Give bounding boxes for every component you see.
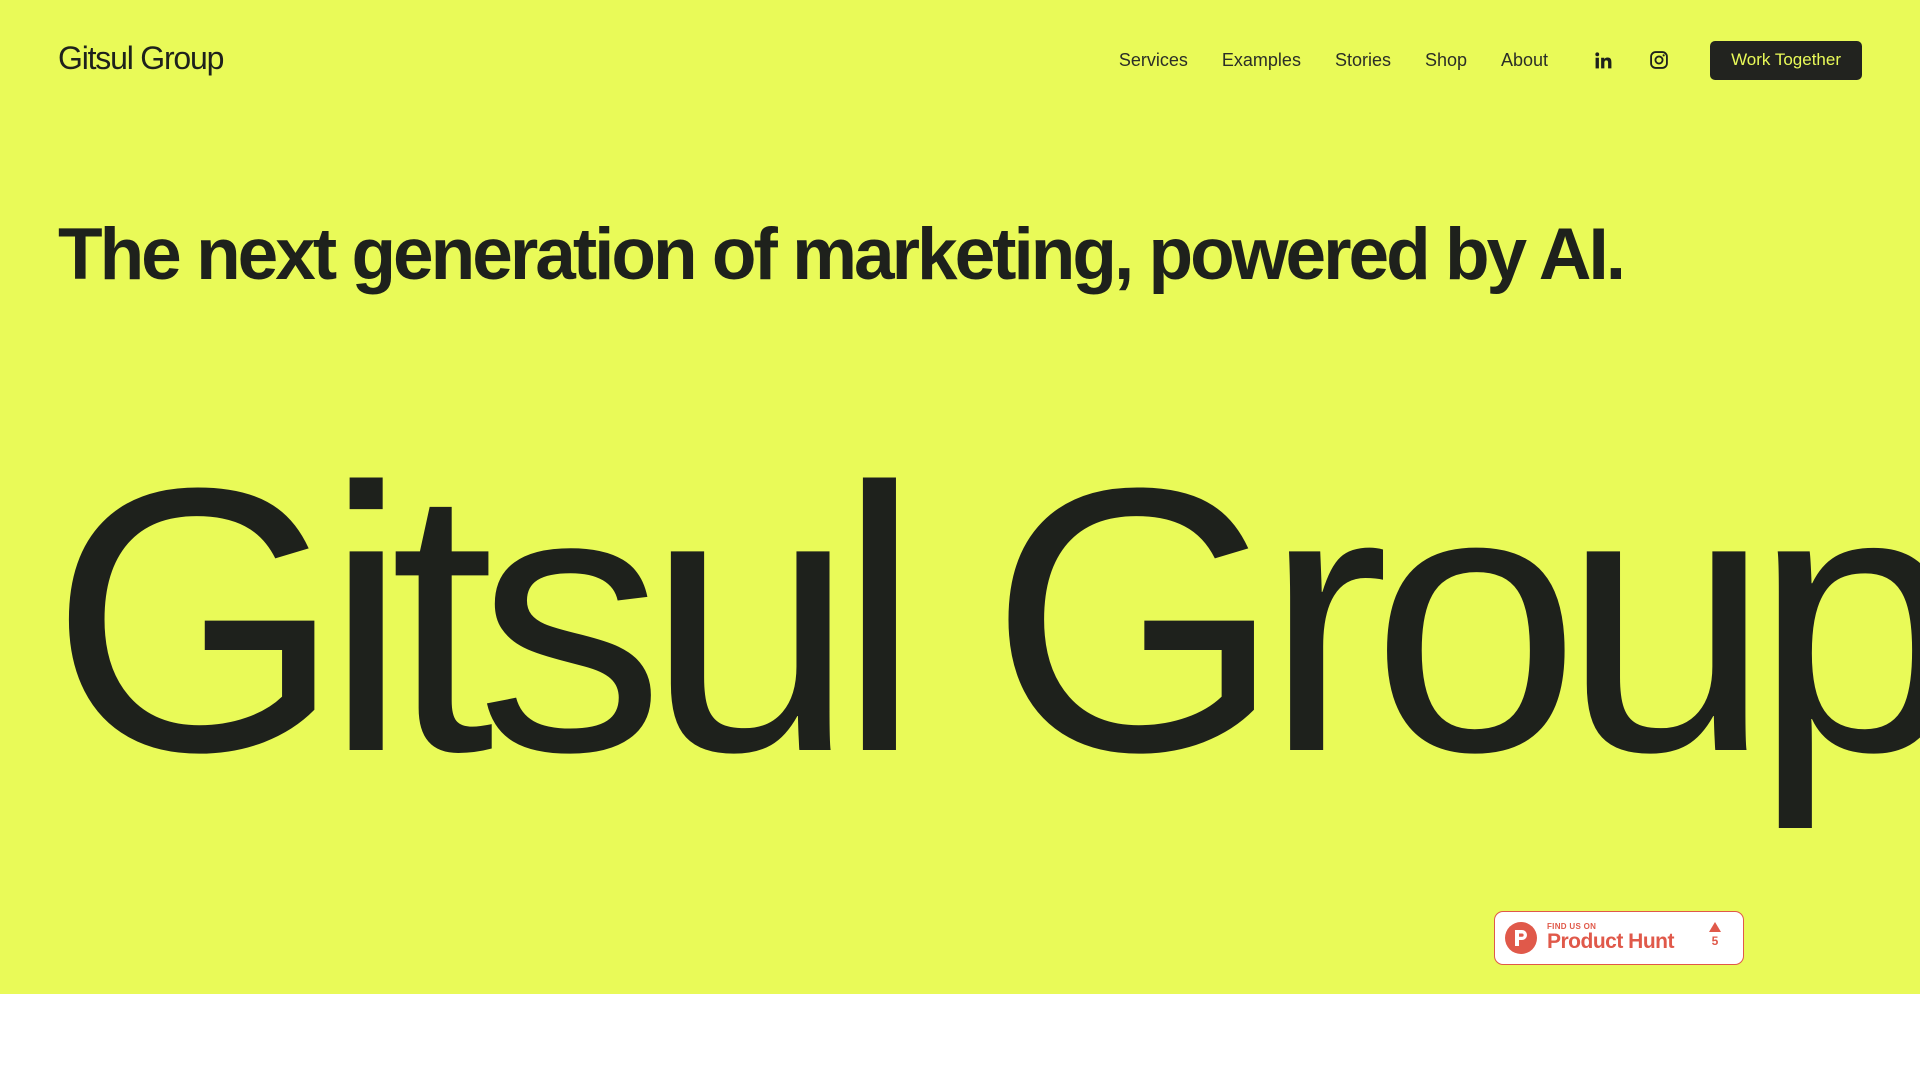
hero-wordmark: Gitsul Group [50, 410, 1920, 830]
product-hunt-text: FIND US ON Product Hunt [1547, 922, 1674, 954]
nav-link-examples[interactable]: Examples [1222, 50, 1301, 71]
nav-link-about[interactable]: About [1501, 50, 1548, 71]
hero-section: Gitsul Group Services Examples Stories S… [0, 0, 1920, 994]
site-logo[interactable]: Gitsul Group [58, 40, 224, 77]
nav-link-services[interactable]: Services [1119, 50, 1188, 71]
linkedin-icon[interactable] [1592, 49, 1614, 71]
product-hunt-badge[interactable]: FIND US ON Product Hunt 5 [1494, 911, 1744, 965]
nav-link-stories[interactable]: Stories [1335, 50, 1391, 71]
nav-link-shop[interactable]: Shop [1425, 50, 1467, 71]
instagram-icon[interactable] [1648, 49, 1670, 71]
main-nav: Services Examples Stories Shop About Wor… [1119, 40, 1862, 80]
upvote-counter: 5 [1709, 922, 1721, 948]
product-hunt-name: Product Hunt [1547, 930, 1674, 954]
product-hunt-icon [1505, 922, 1537, 954]
hero-tagline: The next generation of marketing, powere… [58, 214, 1626, 295]
upvote-count: 5 [1711, 934, 1719, 948]
work-together-button[interactable]: Work Together [1710, 40, 1862, 80]
upvote-arrow-icon [1709, 922, 1721, 932]
